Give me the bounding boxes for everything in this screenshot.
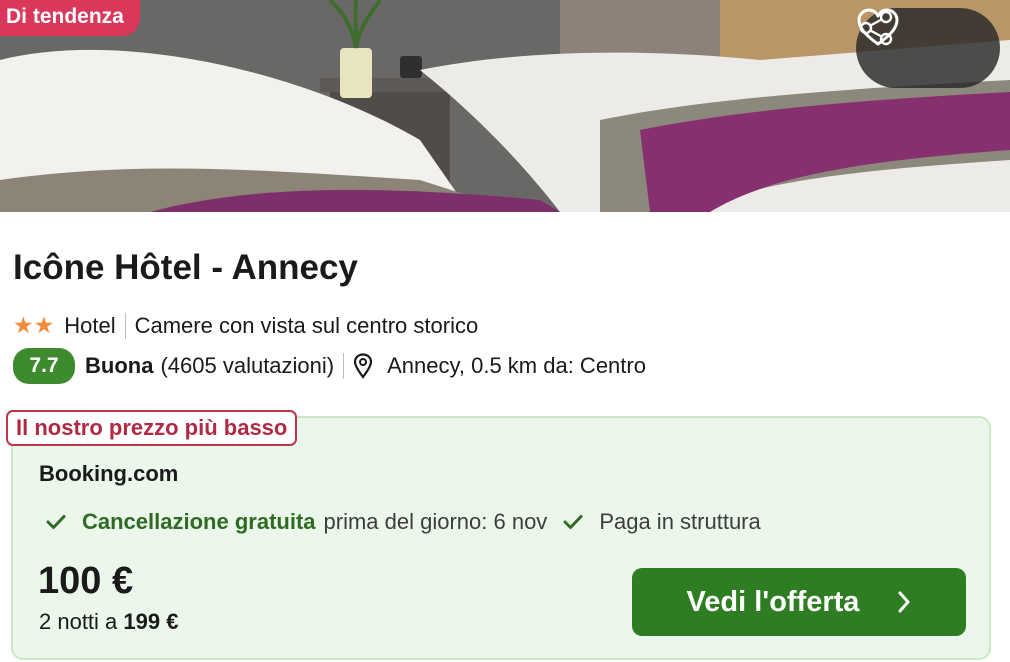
offer-perks: Cancellazione gratuita prima del giorno:… — [44, 509, 761, 535]
rating-location-line: 7.7 Buona (4605 valutazioni) Annecy, 0.5… — [13, 348, 646, 384]
check-icon — [44, 510, 68, 534]
divider — [343, 353, 345, 379]
divider — [124, 312, 126, 339]
rating-label: Buona — [85, 353, 154, 378]
rating-score-badge[interactable]: 7.7 — [13, 348, 75, 384]
total-price-line: 2 notti a 199 € — [39, 609, 178, 635]
trending-badge: Di tendenza — [0, 0, 140, 36]
view-offer-button[interactable]: Vedi l'offerta — [632, 568, 966, 636]
hotel-location[interactable]: Annecy, 0.5 km da: Centro — [387, 353, 646, 379]
location-pin-icon — [353, 353, 373, 379]
heart-icon-glyph — [857, 8, 899, 46]
heart-icon[interactable] — [857, 8, 981, 72]
hotel-photo[interactable]: Di tendenza — [0, 0, 1010, 212]
check-icon — [561, 510, 585, 534]
free-cancellation-date: prima del giorno: 6 nov — [323, 509, 548, 534]
hotel-type: Hotel — [64, 312, 116, 338]
lowest-price-tag: Il nostro prezzo più basso — [6, 410, 298, 446]
nights-prefix: 2 notti a — [39, 609, 118, 634]
hotel-name[interactable]: Icône Hôtel - Annecy — [13, 248, 358, 288]
free-cancellation-label: Cancellazione gratuita — [82, 509, 316, 534]
hotel-category-line: ★★ Hotel Camere con vista sul centro sto… — [13, 312, 478, 339]
total-price: 199 € — [123, 609, 179, 634]
check-icon-glyph — [563, 515, 583, 529]
star-rating-icon: ★★ — [13, 312, 55, 338]
chevron-right-glyph — [898, 591, 910, 613]
nightly-price: 100 € — [38, 560, 134, 602]
review-count[interactable]: (4605 valutazioni) — [160, 353, 334, 379]
photo-actions — [856, 8, 1000, 88]
pay-at-property: Paga in struttura — [561, 509, 761, 535]
check-icon-glyph — [46, 515, 66, 529]
view-offer-label: Vedi l'offerta — [686, 585, 860, 618]
location-pin-glyph — [354, 353, 373, 379]
pay-at-property-label: Paga in struttura — [599, 509, 761, 534]
hotel-highlight: Camere con vista sul centro storico — [134, 312, 479, 338]
offer-provider: Booking.com — [39, 461, 179, 486]
chevron-right-icon — [897, 590, 911, 614]
